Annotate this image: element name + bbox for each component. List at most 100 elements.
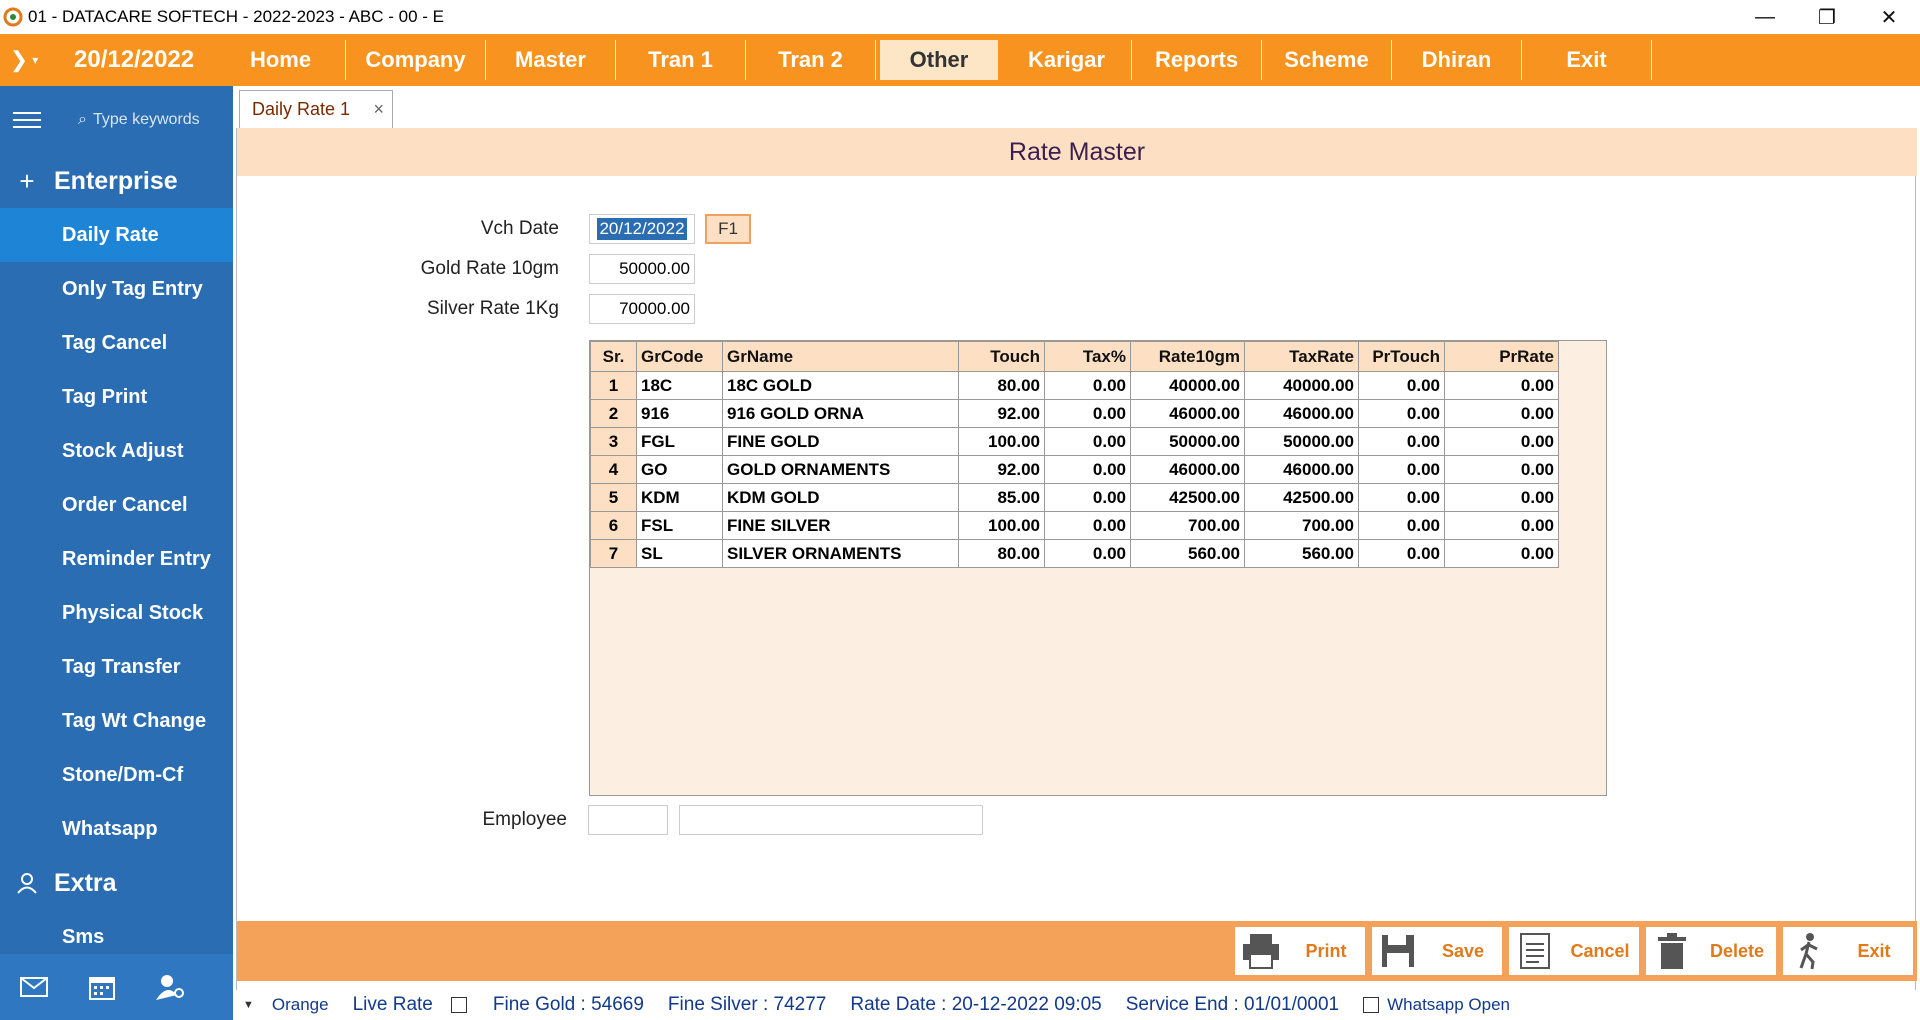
table-cell[interactable]: 700.00: [1130, 511, 1245, 540]
table-cell[interactable]: 0.00: [1444, 427, 1559, 456]
sidebar-item-tag-transfer[interactable]: Tag Transfer: [0, 640, 233, 694]
employee-name-input[interactable]: [679, 805, 983, 835]
table-cell[interactable]: 3: [590, 427, 637, 456]
table-cell[interactable]: 6: [590, 511, 637, 540]
table-cell[interactable]: 85.00: [958, 483, 1045, 512]
table-cell[interactable]: 0.00: [1444, 399, 1559, 428]
table-cell[interactable]: 0.00: [1444, 539, 1559, 568]
column-header[interactable]: Sr.: [590, 341, 637, 372]
table-cell[interactable]: GOLD ORNAMENTS: [722, 455, 959, 484]
table-cell[interactable]: 0.00: [1358, 511, 1445, 540]
table-cell[interactable]: 0.00: [1358, 455, 1445, 484]
table-cell[interactable]: 46000.00: [1130, 399, 1245, 428]
expand-menu-icon[interactable]: ❯ ▾: [0, 34, 48, 86]
table-cell[interactable]: FINE GOLD: [722, 427, 959, 456]
table-cell[interactable]: FGL: [636, 427, 723, 456]
table-row[interactable]: 6 FSL FINE SILVER 100.00 0.00 700.00 700.00 0.0…: [590, 511, 1559, 540]
vch-date-input[interactable]: 20/12/2022: [589, 214, 695, 244]
table-cell[interactable]: 700.00: [1244, 511, 1359, 540]
table-cell[interactable]: 0.00: [1358, 427, 1445, 456]
save-button[interactable]: Save: [1372, 927, 1502, 975]
table-cell[interactable]: 0.00: [1358, 371, 1445, 400]
table-row[interactable]: 2 916 916 GOLD ORNA 92.00 0.00 46000.00 46000.…: [590, 399, 1559, 428]
menu-item-tran-1[interactable]: Tran 1: [616, 40, 746, 80]
table-cell[interactable]: 4: [590, 455, 637, 484]
theme-selector[interactable]: Orange: [272, 995, 329, 1015]
table-cell[interactable]: 0.00: [1044, 483, 1131, 512]
minimize-button[interactable]: —: [1734, 0, 1796, 34]
table-row[interactable]: 3 FGL FINE GOLD 100.00 0.00 50000.00 50000.00 0…: [590, 427, 1559, 456]
close-tab-icon[interactable]: ×: [373, 99, 384, 120]
table-cell[interactable]: 0.00: [1044, 399, 1131, 428]
table-cell[interactable]: 100.00: [958, 427, 1045, 456]
table-cell[interactable]: 46000.00: [1130, 455, 1245, 484]
table-cell[interactable]: 0.00: [1444, 371, 1559, 400]
table-cell[interactable]: 0.00: [1358, 539, 1445, 568]
sidebar-item-tag-print[interactable]: Tag Print: [0, 370, 233, 424]
table-cell[interactable]: 560.00: [1244, 539, 1359, 568]
table-cell[interactable]: 0.00: [1044, 511, 1131, 540]
whatsapp-checkbox[interactable]: [1363, 997, 1380, 1013]
column-header[interactable]: Tax%: [1044, 341, 1131, 372]
table-cell[interactable]: SILVER ORNAMENTS: [722, 539, 959, 568]
menu-item-tran-2[interactable]: Tran 2: [746, 40, 876, 80]
table-cell[interactable]: 18C: [636, 371, 723, 400]
table-cell[interactable]: 92.00: [958, 455, 1045, 484]
sidebar-item-stone-dm-cf[interactable]: Stone/Dm-Cf: [0, 748, 233, 802]
menu-item-reports[interactable]: Reports: [1132, 40, 1262, 80]
column-header[interactable]: GrName: [722, 341, 959, 372]
table-cell[interactable]: 5: [590, 483, 637, 512]
table-cell[interactable]: 916: [636, 399, 723, 428]
table-cell[interactable]: KDM GOLD: [722, 483, 959, 512]
table-cell[interactable]: 42500.00: [1244, 483, 1359, 512]
table-cell[interactable]: 0.00: [1044, 427, 1131, 456]
column-header[interactable]: GrCode: [636, 341, 723, 372]
sidebar-item-tag-wt-change[interactable]: Tag Wt Change: [0, 694, 233, 748]
table-cell[interactable]: 92.00: [958, 399, 1045, 428]
rate-grid[interactable]: Sr. GrCode GrName Touch Tax% Rate10gm TaxRate P…: [589, 340, 1607, 796]
sidebar-group-extra[interactable]: Extra: [0, 856, 233, 910]
f1-button[interactable]: F1: [705, 214, 751, 244]
table-cell[interactable]: 0.00: [1358, 483, 1445, 512]
table-cell[interactable]: 916 GOLD ORNA: [722, 399, 959, 428]
sidebar-item-reminder-entry[interactable]: Reminder Entry: [0, 532, 233, 586]
table-cell[interactable]: 46000.00: [1244, 399, 1359, 428]
cancel-button[interactable]: Cancel: [1509, 927, 1639, 975]
theme-dropdown-icon[interactable]: ▼: [243, 999, 254, 1011]
column-header[interactable]: Touch: [958, 341, 1045, 372]
table-cell[interactable]: 50000.00: [1130, 427, 1245, 456]
table-cell[interactable]: 40000.00: [1244, 371, 1359, 400]
column-header[interactable]: Rate10gm: [1130, 341, 1245, 372]
exit-button[interactable]: Exit: [1783, 927, 1913, 975]
table-cell[interactable]: 40000.00: [1130, 371, 1245, 400]
table-cell[interactable]: 0.00: [1044, 539, 1131, 568]
close-window-button[interactable]: ✕: [1858, 0, 1920, 34]
sidebar-item-daily-rate[interactable]: Daily Rate: [0, 208, 233, 262]
sidebar-item-only-tag-entry[interactable]: Only Tag Entry: [0, 262, 233, 316]
sidebar-item-tag-cancel[interactable]: Tag Cancel: [0, 316, 233, 370]
menu-item-scheme[interactable]: Scheme: [1262, 40, 1392, 80]
table-cell[interactable]: 46000.00: [1244, 455, 1359, 484]
table-row[interactable]: 7 SL SILVER ORNAMENTS 80.00 0.00 560.00 560.00…: [590, 539, 1559, 568]
table-cell[interactable]: 100.00: [958, 511, 1045, 540]
table-cell[interactable]: 80.00: [958, 539, 1045, 568]
sidebar-item-physical-stock[interactable]: Physical Stock: [0, 586, 233, 640]
table-cell[interactable]: 42500.00: [1130, 483, 1245, 512]
hamburger-icon[interactable]: [0, 110, 54, 130]
menu-item-company[interactable]: Company: [346, 40, 486, 80]
table-row[interactable]: 4 GO GOLD ORNAMENTS 92.00 0.00 46000.00 46000.…: [590, 455, 1559, 484]
table-cell[interactable]: 80.00: [958, 371, 1045, 400]
table-cell[interactable]: FSL: [636, 511, 723, 540]
print-button[interactable]: Print: [1235, 927, 1365, 975]
menu-item-other[interactable]: Other: [880, 40, 998, 80]
table-row[interactable]: 5 KDM KDM GOLD 85.00 0.00 42500.00 42500.00 0.0…: [590, 483, 1559, 512]
delete-button[interactable]: Delete: [1646, 927, 1776, 975]
column-header[interactable]: PrRate: [1444, 341, 1559, 372]
menu-item-home[interactable]: Home: [216, 40, 346, 80]
sidebar-search[interactable]: ⌕ Type keywords: [78, 111, 200, 129]
sidebar-item-order-cancel[interactable]: Order Cancel: [0, 478, 233, 532]
tab-daily-rate-1[interactable]: Daily Rate 1 ×: [239, 90, 393, 128]
gold-rate-input[interactable]: 50000.00: [589, 254, 695, 284]
table-cell[interactable]: FINE SILVER: [722, 511, 959, 540]
table-cell[interactable]: 7: [590, 539, 637, 568]
